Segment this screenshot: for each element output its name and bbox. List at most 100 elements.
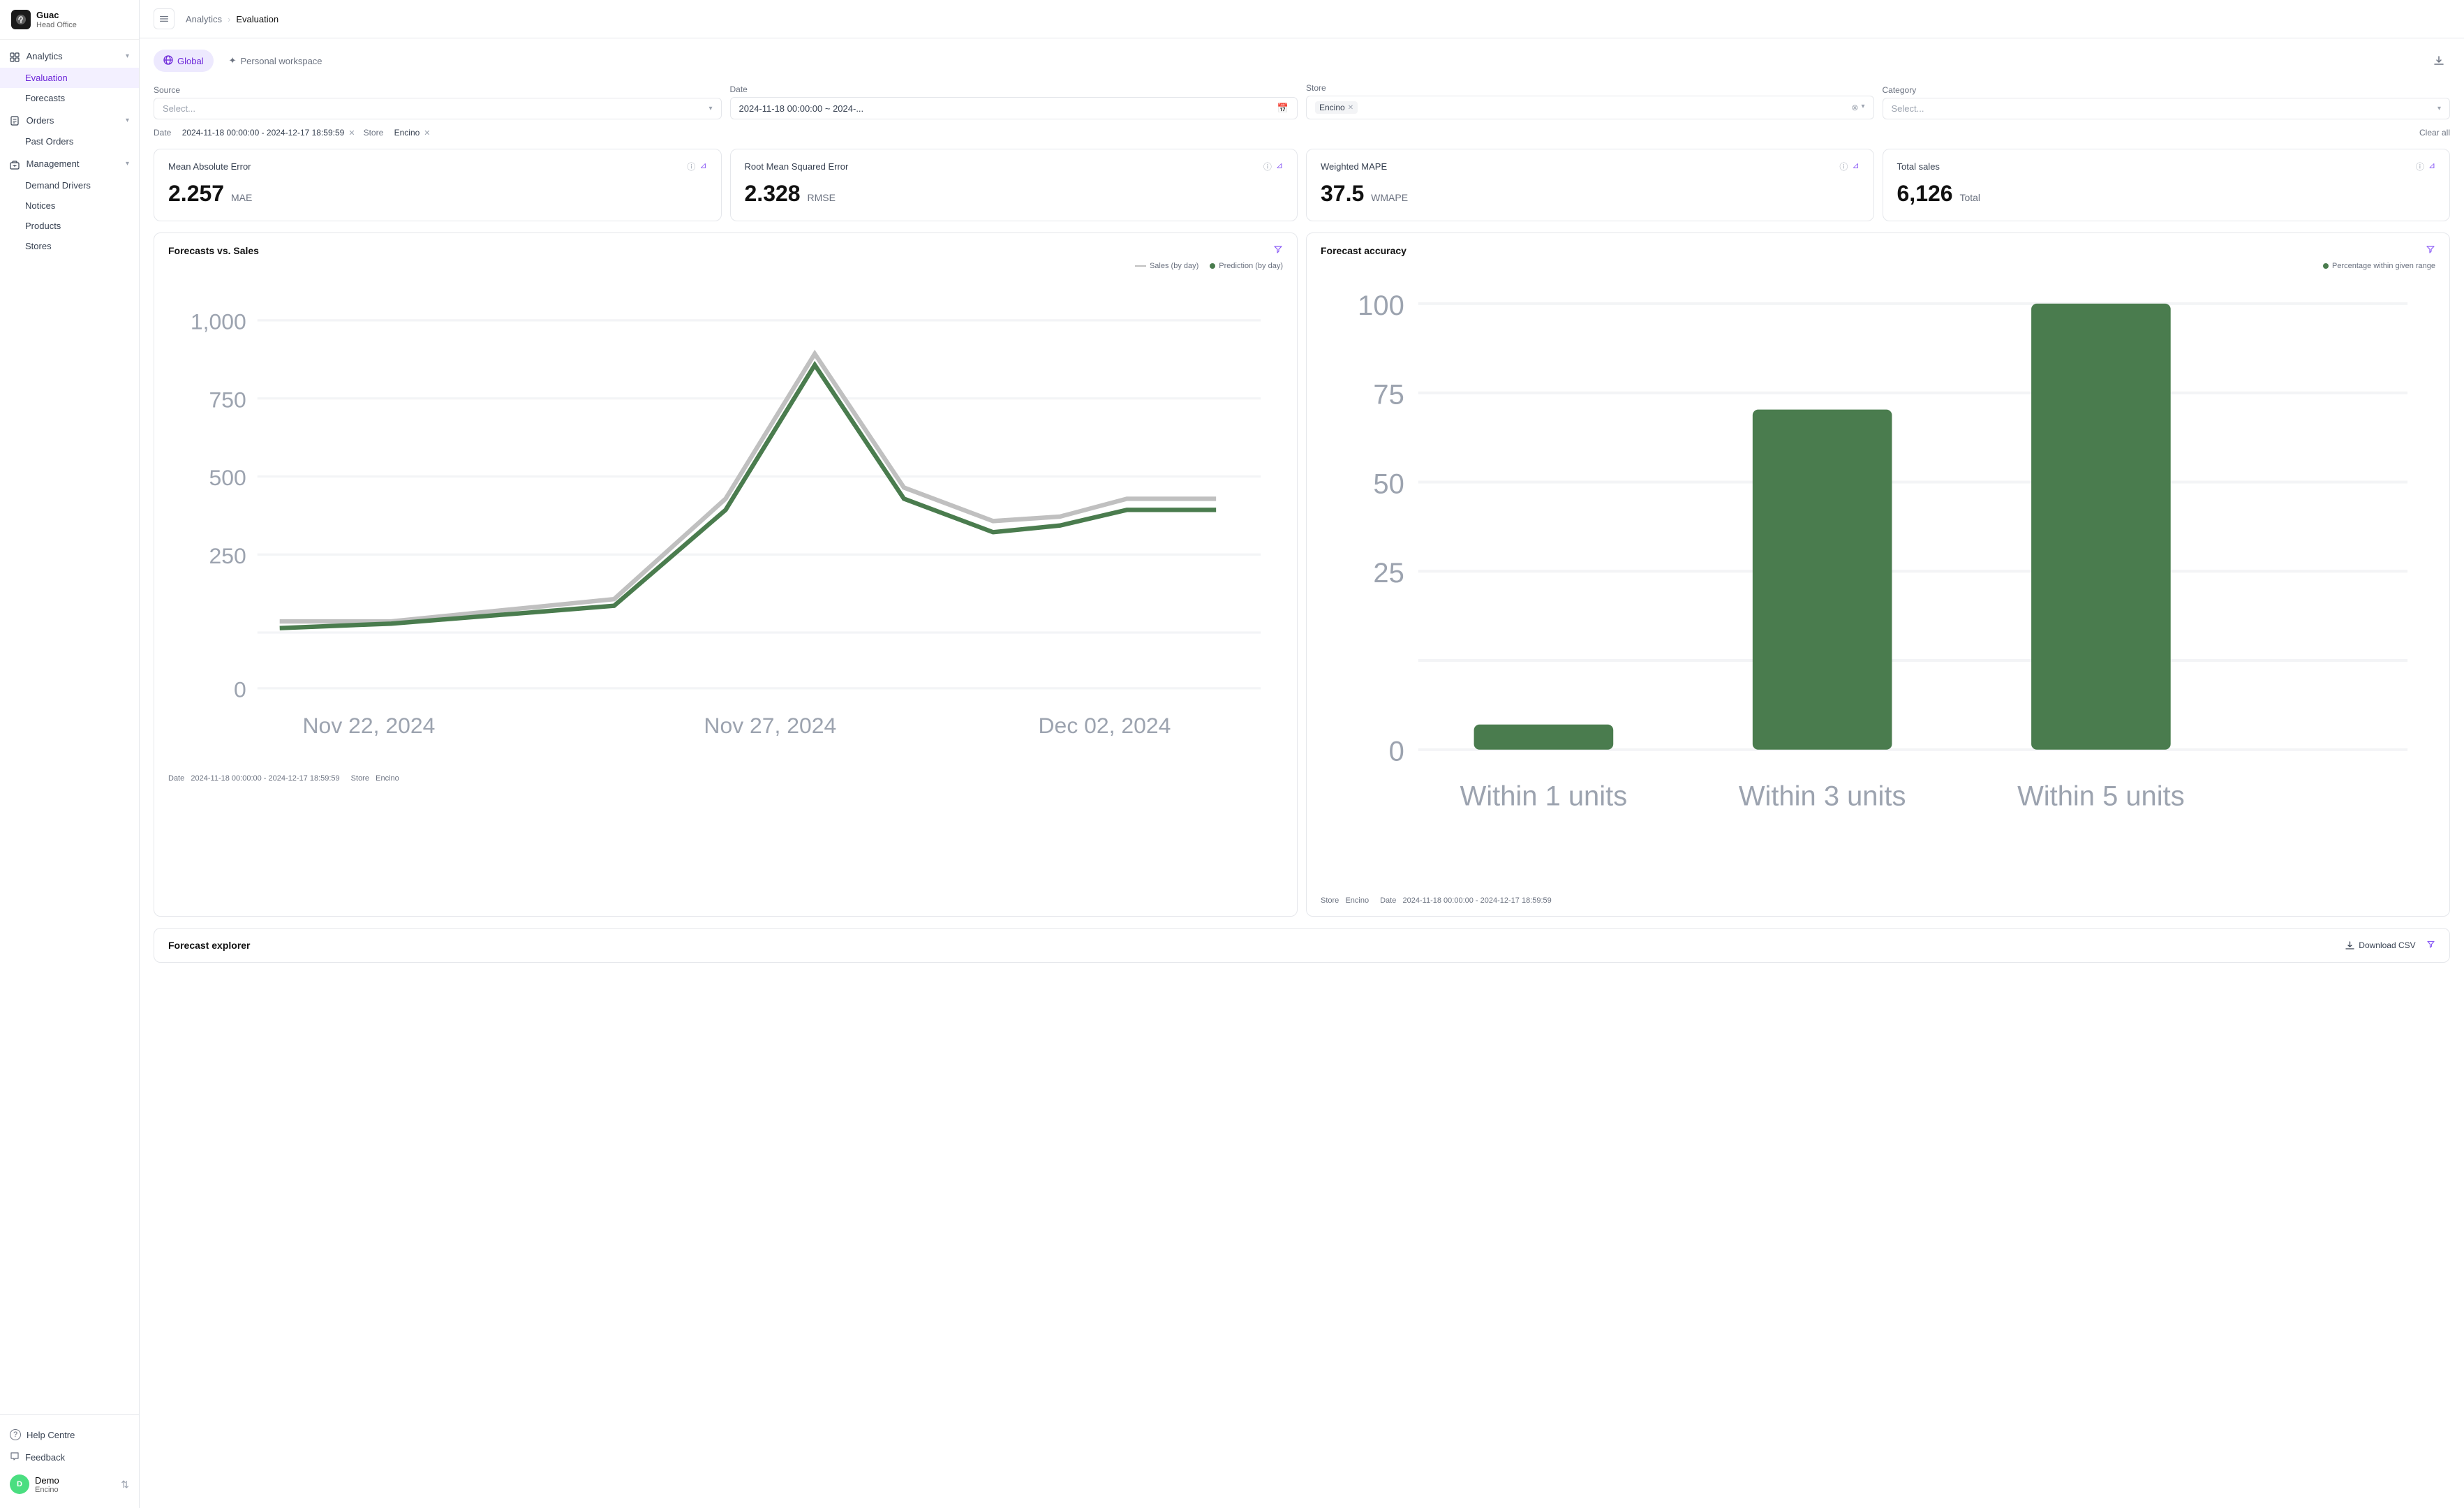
metric-wmape-value: 37.5 — [1321, 181, 1364, 206]
chart1-footer-store-key: Store — [351, 774, 369, 783]
svg-text:Within 3 units: Within 3 units — [1739, 781, 1906, 812]
svg-text:500: 500 — [209, 465, 246, 490]
tab-personal-label: Personal workspace — [240, 56, 322, 66]
metric-wmape-info-icon[interactable]: ⓘ — [1839, 161, 1848, 172]
chart2-footer-store-value: Encino — [1345, 896, 1369, 905]
nav-section-orders: Orders ▾ Past Orders — [0, 110, 139, 152]
download-button[interactable] — [2428, 50, 2450, 72]
svg-text:25: 25 — [1373, 558, 1404, 589]
sidebar-item-evaluation[interactable]: Evaluation — [0, 68, 139, 88]
metric-total-title: Total sales — [1897, 161, 1940, 172]
metric-mae-filter-icon[interactable]: ⊿ — [699, 161, 706, 172]
download-csv-button[interactable]: Download CSV — [2345, 940, 2435, 951]
orders-chevron-icon: ▾ — [126, 117, 129, 124]
sidebar-item-stores[interactable]: Stores — [0, 236, 139, 256]
filter-date-label: Date — [730, 84, 1298, 94]
metric-card-rmse: Root Mean Squared Error ⓘ ⊿ 2.328 RMSE — [730, 149, 1298, 221]
forecast-accuracy-svg: 100 75 50 25 0 Within 1 units Within 3 u… — [1321, 276, 2435, 889]
user-name: Demo — [35, 1475, 59, 1486]
user-section: D Demo Encino ⇅ — [0, 1469, 139, 1500]
active-filter-store-key: Store — [364, 128, 384, 138]
forecast-explorer-filter-icon[interactable] — [2426, 940, 2435, 951]
filter-category: Category Select... ▾ — [1883, 85, 2451, 119]
nav-section-orders-header[interactable]: Orders ▾ — [0, 110, 139, 132]
metric-mae-info-icon[interactable]: ⓘ — [687, 161, 695, 172]
sidebar-item-demand-drivers[interactable]: Demand Drivers — [0, 175, 139, 195]
tab-personal-workspace[interactable]: ✦ Personal workspace — [219, 50, 332, 72]
filter-date: Date 2024-11-18 00:00:00 ~ 2024-... 📅 — [730, 84, 1298, 119]
charts-row: Forecasts vs. Sales Sales (by day) P — [154, 232, 2450, 917]
metric-card-wmape: Weighted MAPE ⓘ ⊿ 37.5 WMAPE — [1306, 149, 1874, 221]
clear-all-button[interactable]: Clear all — [2419, 128, 2450, 138]
svg-text:100: 100 — [1358, 290, 1404, 321]
forecast-accuracy-footer: Store Encino Date 2024-11-18 00:00:00 - … — [1321, 896, 2435, 905]
filter-category-select[interactable]: Select... ▾ — [1883, 98, 2451, 119]
metric-mae-title: Mean Absolute Error — [168, 161, 251, 172]
forecasts-vs-sales-svg: 1,000 750 500 250 0 Nov 22, 2024 Nov 27,… — [168, 276, 1283, 767]
filter-source-select[interactable]: Select... ▾ — [154, 98, 722, 119]
active-filter-store-remove-icon[interactable]: ✕ — [424, 128, 430, 138]
nav-section-management-header[interactable]: Management ▾ — [0, 153, 139, 175]
sidebar: Guac Head Office Analytics — [0, 0, 140, 1508]
chart2-footer-date-value: 2024-11-18 00:00:00 - 2024-12-17 18:59:5… — [1403, 896, 1552, 905]
store-tag-encino: Encino ✕ — [1315, 101, 1358, 114]
legend-accuracy: Percentage within given range — [2323, 262, 2435, 270]
metric-total-info-icon[interactable]: ⓘ — [2416, 161, 2424, 172]
forecasts-vs-sales-filter-icon[interactable] — [1273, 244, 1283, 256]
feedback-icon — [10, 1451, 20, 1463]
filter-date-select[interactable]: 2024-11-18 00:00:00 ~ 2024-... 📅 — [730, 97, 1298, 119]
help-centre-item[interactable]: ? Help Centre — [0, 1424, 139, 1446]
content-area: Global ✦ Personal workspace Source — [140, 38, 2464, 1508]
filter-store: Store Encino ✕ ⊗ ▾ — [1306, 83, 1874, 119]
chart2-footer-date-key: Date — [1380, 896, 1396, 905]
filter-date-value: 2024-11-18 00:00:00 ~ 2024-... — [739, 103, 864, 114]
sidebar-item-products[interactable]: Products — [0, 216, 139, 236]
filter-store-select[interactable]: Encino ✕ ⊗ ▾ — [1306, 96, 1874, 119]
feedback-item[interactable]: Feedback — [0, 1446, 139, 1469]
breadcrumb-parent[interactable]: Analytics — [186, 14, 222, 24]
filter-category-label: Category — [1883, 85, 2451, 95]
metric-total-filter-icon[interactable]: ⊿ — [2428, 161, 2435, 172]
management-nav-label: Management — [27, 158, 80, 169]
legend-prediction-label: Prediction (by day) — [1219, 262, 1283, 270]
filter-source-placeholder: Select... — [163, 103, 195, 114]
filter-store-label: Store — [1306, 83, 1874, 93]
metric-wmape-filter-icon[interactable]: ⊿ — [1852, 161, 1859, 172]
active-filter-store-value: Encino — [394, 128, 420, 138]
sidebar-item-forecasts[interactable]: Forecasts — [0, 88, 139, 108]
tab-global[interactable]: Global — [154, 50, 214, 72]
nav-section-management: Management ▾ Demand Drivers Notices Prod… — [0, 153, 139, 256]
sidebar-toggle-button[interactable] — [154, 8, 175, 29]
svg-text:0: 0 — [234, 677, 246, 702]
metric-rmse-title: Root Mean Squared Error — [745, 161, 849, 172]
active-filter-date-key: Date — [154, 128, 171, 138]
active-filters: Date 2024-11-18 00:00:00 - 2024-12-17 18… — [154, 128, 2450, 138]
forecast-accuracy-filter-icon[interactable] — [2426, 244, 2435, 256]
store-clear-icon[interactable]: ⊗ — [1851, 103, 1858, 112]
user-expand-icon[interactable]: ⇅ — [121, 1479, 129, 1491]
metrics-row: Mean Absolute Error ⓘ ⊿ 2.257 MAE Root M… — [154, 149, 2450, 221]
svg-text:Nov 22, 2024: Nov 22, 2024 — [303, 713, 436, 738]
svg-text:750: 750 — [209, 387, 246, 412]
store-tag-remove-icon[interactable]: ✕ — [1348, 104, 1353, 112]
metric-rmse-value: 2.328 — [745, 181, 801, 206]
active-filter-store: Store Encino ✕ — [364, 128, 431, 138]
analytics-nav-icon — [10, 51, 22, 61]
svg-text:Nov 27, 2024: Nov 27, 2024 — [704, 713, 836, 738]
breadcrumb-current: Evaluation — [236, 14, 279, 24]
forecast-accuracy-legend: Percentage within given range — [1321, 262, 2435, 270]
forecasts-vs-sales-card: Forecasts vs. Sales Sales (by day) P — [154, 232, 1298, 917]
metric-rmse-info-icon[interactable]: ⓘ — [1263, 161, 1272, 172]
metric-wmape-unit: WMAPE — [1371, 192, 1408, 203]
nav-section-analytics-header[interactable]: Analytics ▾ — [0, 45, 139, 68]
breadcrumb-separator: › — [228, 14, 230, 24]
filter-source-label: Source — [154, 85, 722, 95]
sidebar-item-past-orders[interactable]: Past Orders — [0, 131, 139, 151]
store-tag-label: Encino — [1319, 103, 1345, 112]
metric-card-total-sales: Total sales ⓘ ⊿ 6,126 Total — [1883, 149, 2451, 221]
sidebar-item-notices[interactable]: Notices — [0, 195, 139, 216]
active-filter-date-remove-icon[interactable]: ✕ — [348, 128, 355, 138]
legend-sales-label: Sales (by day) — [1150, 262, 1198, 270]
metric-rmse-filter-icon[interactable]: ⊿ — [1276, 161, 1283, 172]
app-subtitle: Head Office — [36, 21, 77, 29]
